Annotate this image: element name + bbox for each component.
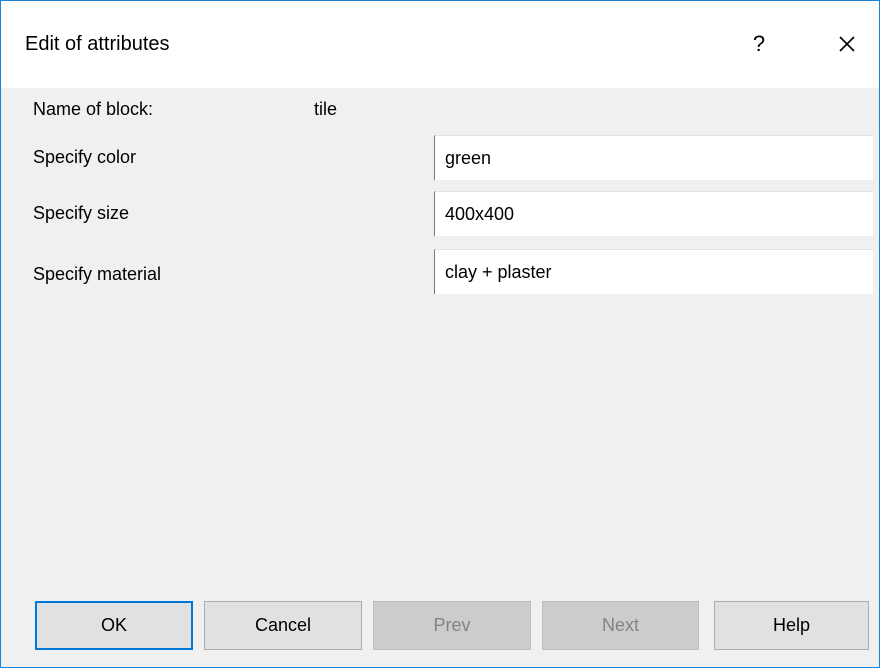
color-field[interactable] bbox=[434, 135, 873, 180]
block-name-value: tile bbox=[314, 99, 338, 119]
prev-button[interactable]: Prev bbox=[373, 601, 531, 650]
window-title: Edit of attributes bbox=[25, 33, 170, 55]
ok-button[interactable]: OK bbox=[35, 601, 193, 650]
size-field[interactable] bbox=[434, 191, 873, 236]
edit-attributes-dialog: Edit of attributes ? Name of block: tile… bbox=[0, 0, 880, 668]
block-name-label: Name of block: bbox=[33, 99, 154, 119]
title-bar: Edit of attributes ? bbox=[1, 1, 879, 88]
help-button[interactable]: Help bbox=[714, 601, 869, 650]
help-title-button[interactable]: ? bbox=[729, 21, 789, 67]
close-icon bbox=[839, 36, 855, 52]
size-label: Specify size bbox=[33, 203, 130, 223]
cancel-button[interactable]: Cancel bbox=[204, 601, 362, 650]
question-mark-icon: ? bbox=[752, 31, 766, 56]
close-button[interactable] bbox=[817, 21, 877, 67]
next-button[interactable]: Next bbox=[542, 601, 699, 650]
material-label: Specify material bbox=[33, 264, 162, 284]
color-label: Specify color bbox=[33, 147, 137, 167]
material-field[interactable] bbox=[434, 249, 873, 294]
